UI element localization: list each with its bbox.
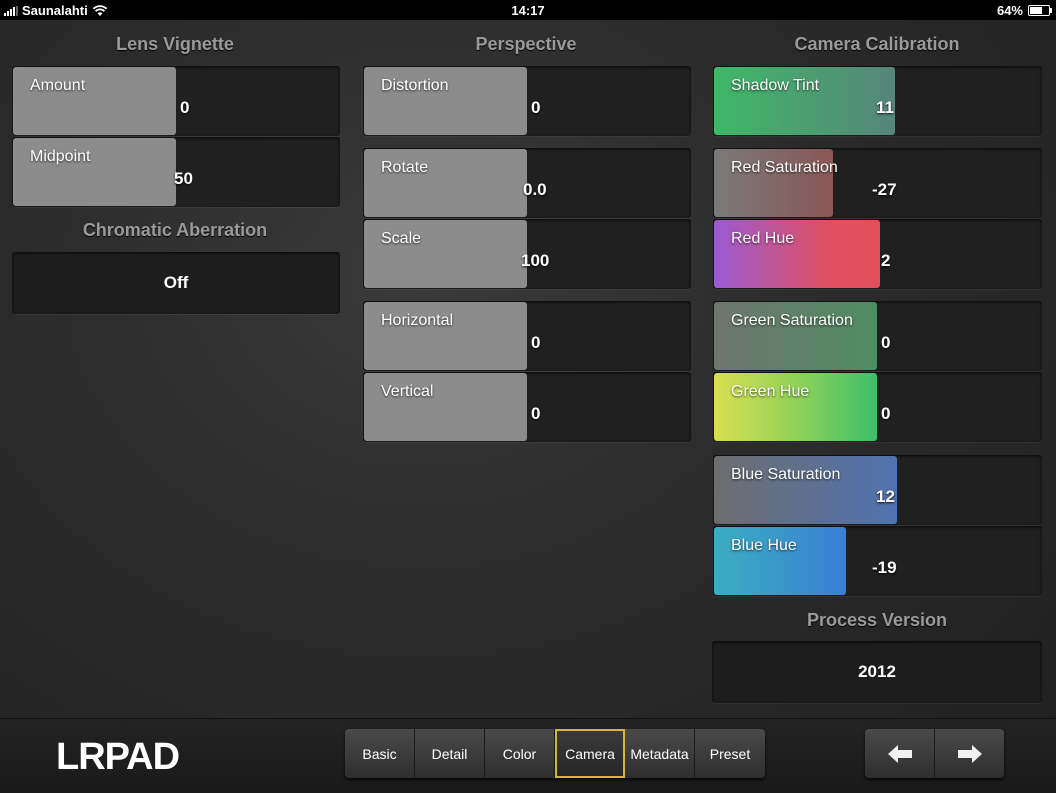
lens-vignette-title: Lens Vignette xyxy=(116,34,234,54)
scale-value: 100 xyxy=(521,251,550,270)
midpoint-slider[interactable]: Midpoint 50 xyxy=(12,137,340,207)
panel-tabs: Basic Detail Color Camera Metadata Prese… xyxy=(345,729,765,778)
red-saturation-value: -27 xyxy=(872,180,897,199)
distortion-slider[interactable]: Distortion 0 xyxy=(363,66,691,136)
midpoint-label: Midpoint xyxy=(30,148,91,165)
green-hue-slider[interactable]: Green Hue 0 xyxy=(713,372,1042,442)
process-version-button[interactable]: 2012 xyxy=(712,641,1042,703)
status-right: 64% xyxy=(996,3,1052,18)
vertical-slider[interactable]: Vertical 0 xyxy=(363,372,691,442)
red-hue-value: 2 xyxy=(881,251,891,270)
tab-preset[interactable]: Preset xyxy=(695,729,765,778)
shadow-tint-value: 11 xyxy=(876,98,894,117)
distortion-value: 0 xyxy=(531,98,541,117)
green-saturation-label: Green Saturation xyxy=(731,312,853,329)
chromatic-aberration-title: Chromatic Aberration xyxy=(82,220,268,240)
camera-calibration-title: Camera Calibration xyxy=(794,34,960,54)
horizontal-value: 0 xyxy=(531,333,541,352)
red-saturation-slider[interactable]: Red Saturation -27 xyxy=(713,148,1042,218)
tab-metadata[interactable]: Metadata xyxy=(625,729,695,778)
arrow-right-icon xyxy=(957,744,982,763)
blue-hue-value: -19 xyxy=(872,558,897,577)
blue-hue-slider[interactable]: Blue Hue -19 xyxy=(713,526,1042,596)
horizontal-label: Horizontal xyxy=(381,312,454,329)
battery-percent: 64% xyxy=(996,3,1023,18)
battery-icon xyxy=(1028,5,1052,16)
process-version-title: Process Version xyxy=(806,610,948,630)
status-time: 14:17 xyxy=(511,3,545,18)
blue-saturation-slider[interactable]: Blue Saturation 12 xyxy=(713,455,1042,525)
shadow-tint-slider[interactable]: Shadow Tint 11 xyxy=(713,66,1042,136)
amount-value: 0 xyxy=(180,98,190,117)
scale-label: Scale xyxy=(381,230,422,247)
tab-color[interactable]: Color xyxy=(485,729,555,778)
midpoint-value: 50 xyxy=(174,169,193,188)
next-photo-button[interactable] xyxy=(935,729,1004,778)
vertical-value: 0 xyxy=(531,404,541,423)
horizontal-slider[interactable]: Horizontal 0 xyxy=(363,301,691,371)
perspective-title: Perspective xyxy=(475,34,577,54)
green-hue-value: 0 xyxy=(881,404,891,423)
tab-detail[interactable]: Detail xyxy=(415,729,485,778)
amount-label: Amount xyxy=(30,77,86,94)
previous-photo-button[interactable] xyxy=(865,729,935,778)
blue-saturation-value: 12 xyxy=(876,487,895,506)
rotate-slider[interactable]: Rotate 0.0 xyxy=(363,148,691,218)
status-bar: Saunalahti 14:17 64% xyxy=(0,0,1056,20)
shadow-tint-label: Shadow Tint xyxy=(731,77,820,94)
arrow-left-icon xyxy=(887,744,912,763)
rotate-value: 0.0 xyxy=(523,180,547,199)
app-logo: LRPAD xyxy=(56,736,180,778)
scale-slider[interactable]: Scale 100 xyxy=(363,219,691,289)
red-hue-slider[interactable]: Red Hue 2 xyxy=(713,219,1042,289)
tab-camera[interactable]: Camera xyxy=(555,729,625,778)
green-hue-label: Green Hue xyxy=(731,383,810,400)
blue-hue-label: Blue Hue xyxy=(731,537,797,554)
blue-saturation-label: Blue Saturation xyxy=(731,466,841,483)
photo-nav xyxy=(865,729,1004,778)
green-saturation-slider[interactable]: Green Saturation 0 xyxy=(713,301,1042,371)
green-saturation-value: 0 xyxy=(881,333,891,352)
vertical-label: Vertical xyxy=(381,383,434,400)
red-hue-label: Red Hue xyxy=(731,230,795,247)
rotate-label: Rotate xyxy=(381,159,429,176)
distortion-label: Distortion xyxy=(381,77,449,94)
tab-basic[interactable]: Basic xyxy=(345,729,415,778)
chromatic-aberration-toggle[interactable]: Off xyxy=(12,252,340,314)
red-saturation-label: Red Saturation xyxy=(731,159,838,176)
amount-slider[interactable]: Amount 0 xyxy=(12,66,340,136)
